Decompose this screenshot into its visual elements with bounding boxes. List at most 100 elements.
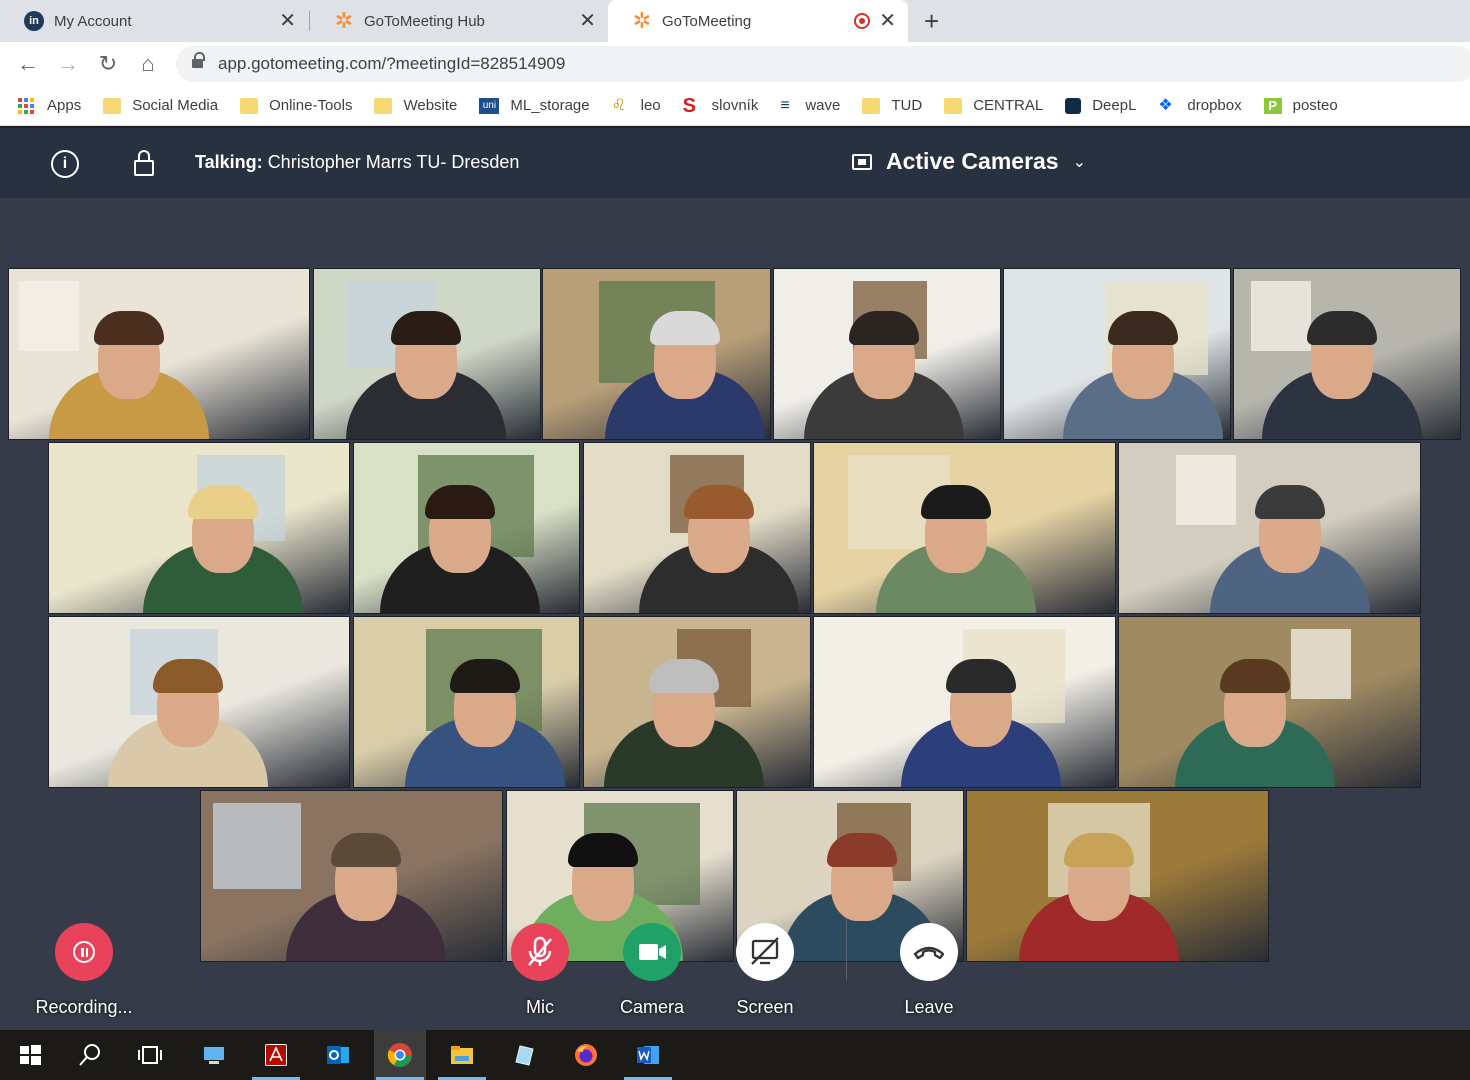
bookmark-central[interactable]: CENTRAL — [944, 97, 1043, 114]
screen-share-button[interactable]: Screen — [735, 923, 795, 1017]
lock-icon[interactable] — [192, 52, 205, 70]
tab-title: My Account — [54, 12, 132, 30]
bookmark-label: ML_storage — [510, 97, 590, 114]
forward-button[interactable]: → — [54, 50, 82, 78]
participant-video-tile[interactable] — [1233, 268, 1461, 440]
task-view-icon — [138, 1046, 162, 1064]
bookmark-apps[interactable]: Apps — [18, 97, 81, 114]
leave-label: Leave — [904, 997, 954, 1017]
meeting-app: i Talking: Christopher Marrs TU- Dresden… — [0, 128, 1470, 1030]
bookmark-online-tools[interactable]: Online-Tools — [240, 97, 352, 114]
leave-button[interactable]: Leave — [899, 923, 959, 1017]
recording-indicator-icon — [854, 13, 870, 29]
windows-start-button[interactable] — [4, 1030, 56, 1080]
camera-mode-dropdown[interactable]: Active Cameras ⌄ — [852, 148, 1086, 175]
participant-video-tile[interactable] — [353, 616, 580, 788]
participant-video-tile[interactable] — [813, 616, 1116, 788]
bookmark-label: TUD — [891, 97, 923, 114]
bookmark-social-media[interactable]: Social Media — [103, 97, 218, 114]
tab-gotomeeting[interactable]: ✲ GoToMeeting ✕ — [608, 0, 908, 42]
word-taskbar-button[interactable] — [622, 1030, 674, 1080]
bookmark-wave[interactable]: ≡ wave — [780, 97, 840, 114]
firefox-icon — [575, 1044, 597, 1066]
participant-hair — [391, 310, 461, 345]
participant-video-tile[interactable] — [48, 442, 350, 614]
participant-video-tile[interactable] — [542, 268, 771, 440]
info-icon[interactable]: i — [51, 150, 79, 178]
back-button[interactable]: ← — [14, 50, 42, 78]
leo-icon: ♌ — [611, 96, 626, 114]
close-icon[interactable]: ✕ — [879, 10, 896, 32]
linkedin-learning-icon: in — [24, 11, 44, 31]
camera-label: Camera — [619, 997, 685, 1017]
home-button[interactable]: ⌂ — [134, 50, 162, 78]
bookmark-deepl[interactable]: DeepL — [1065, 97, 1136, 114]
search-button[interactable] — [64, 1030, 116, 1080]
file-explorer-taskbar-button[interactable] — [436, 1030, 488, 1080]
participant-video-tile[interactable] — [1118, 616, 1421, 788]
browser-toolbar: ← → ↻ ⌂ app.gotomeeting.com/?meetingId=8… — [0, 42, 1470, 86]
participant-video-tile[interactable] — [313, 268, 541, 440]
bookmark-website[interactable]: Website — [374, 97, 457, 114]
outlook-taskbar-button[interactable] — [312, 1030, 364, 1080]
uni-icon: uni — [479, 97, 500, 114]
acrobat-taskbar-button[interactable] — [250, 1030, 302, 1080]
bookmark-tud[interactable]: TUD — [862, 97, 922, 114]
recording-button[interactable]: Recording... — [35, 923, 133, 1017]
chrome-taskbar-button[interactable] — [374, 1030, 426, 1080]
bookmark-label: wave — [805, 97, 841, 114]
unlock-icon[interactable] — [133, 150, 161, 178]
participant-video-tile[interactable] — [1118, 442, 1421, 614]
task-view-button[interactable] — [124, 1030, 176, 1080]
chevron-down-icon: ⌄ — [1072, 153, 1087, 171]
bookmark-label: Apps — [47, 97, 82, 114]
folder-icon — [944, 97, 963, 114]
bookmark-slovnik[interactable]: S slovník — [683, 96, 759, 116]
participant-video-tile[interactable] — [1003, 268, 1231, 440]
address-bar[interactable]: app.gotomeeting.com/?meetingId=828514909 — [176, 46, 1470, 82]
participant-video-tile[interactable] — [583, 442, 811, 614]
tab-gotomeeting-hub[interactable]: ✲ GoToMeeting Hub ✕ — [310, 0, 608, 42]
firefox-taskbar-button[interactable] — [560, 1030, 612, 1080]
snipping-tool-taskbar-button[interactable] — [498, 1030, 550, 1080]
this-pc-button[interactable] — [188, 1030, 240, 1080]
camera-button[interactable]: Camera — [620, 923, 684, 1017]
participant-video-tile[interactable] — [813, 442, 1116, 614]
search-icon — [79, 1044, 100, 1066]
bookmark-posteo[interactable]: P posteo — [1263, 97, 1338, 114]
participant-video-tile[interactable] — [583, 616, 811, 788]
control-divider — [846, 918, 847, 980]
new-tab-button[interactable]: + — [924, 6, 939, 37]
participant-video-tile[interactable] — [8, 268, 310, 440]
screen-label: Screen — [736, 997, 794, 1017]
bookmark-label: posteo — [1292, 97, 1338, 114]
tab-title: GoToMeeting Hub — [364, 12, 485, 30]
close-icon[interactable]: ✕ — [579, 10, 596, 32]
participant-hair — [330, 832, 401, 867]
participant-video-tile[interactable] — [48, 616, 350, 788]
participant-hair — [1307, 310, 1377, 345]
bookmark-label: Online-Tools — [269, 97, 353, 114]
participant-video-tile[interactable] — [200, 790, 503, 962]
bookmark-leo[interactable]: ♌ leo — [612, 97, 661, 114]
bookmark-dropbox[interactable]: ❖ dropbox — [1158, 97, 1241, 114]
reload-button[interactable]: ↻ — [94, 50, 122, 78]
mic-button[interactable]: Mic — [510, 923, 570, 1017]
camera-mode-label: Active Cameras — [886, 148, 1059, 174]
tab-my-account[interactable]: in My Account ✕ — [0, 0, 308, 42]
participant-hair — [94, 310, 164, 345]
participant-video-tile[interactable] — [966, 790, 1269, 962]
participant-video-tile[interactable] — [773, 268, 1001, 440]
folder-icon — [862, 97, 881, 114]
video-background — [1176, 455, 1236, 525]
bookmark-ml-storage[interactable]: uni ML_storage — [479, 97, 590, 114]
bookmark-label: slovník — [711, 97, 759, 114]
participant-hair — [649, 310, 720, 345]
bookmark-label: DeepL — [1092, 97, 1137, 114]
close-icon[interactable]: ✕ — [279, 10, 296, 32]
participant-hair — [945, 658, 1016, 693]
gotomeeting-icon: ✲ — [334, 8, 354, 33]
bookmarks-bar: Apps Social Media Online-Tools Website u… — [0, 86, 1470, 126]
participant-video-tile[interactable] — [353, 442, 580, 614]
screen-share-off-icon — [751, 937, 779, 965]
